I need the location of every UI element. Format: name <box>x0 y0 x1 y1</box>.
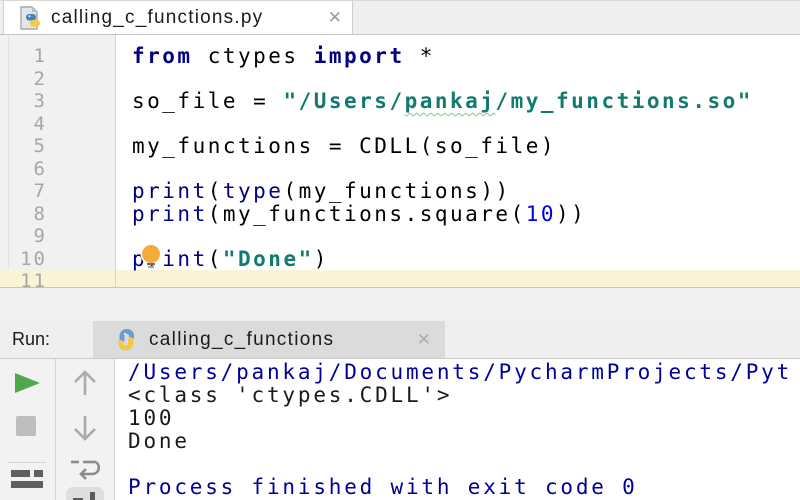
code-line[interactable] <box>116 225 800 248</box>
python-logo-icon <box>113 327 139 353</box>
down-arrow-button[interactable] <box>70 412 100 449</box>
line-number[interactable]: 4 <box>0 113 115 136</box>
rerun-button[interactable] <box>13 371 42 400</box>
code-token: * <box>404 44 435 68</box>
code-token: ( <box>207 246 223 271</box>
line-number[interactable]: 8 <box>0 203 115 226</box>
console-line: <class 'ctypes.CDLL'> <box>128 383 453 407</box>
console-line: Done <box>128 429 190 453</box>
console-output[interactable]: /Users/pankaj/Documents/PycharmProjects/… <box>115 359 800 500</box>
code-token: "Done" <box>222 246 314 271</box>
console-line: Process finished with exit code 0 <box>128 475 638 499</box>
close-icon[interactable]: ✕ <box>417 331 431 348</box>
code-token: ( <box>207 179 223 203</box>
line-number[interactable]: 2 <box>0 68 115 91</box>
close-icon[interactable]: ✕ <box>328 9 342 26</box>
stop-button[interactable] <box>16 416 36 436</box>
pycharm-window: calling_c_functions.py ✕ 1 2 3 4 5 6 7 8 9 10 11 f… <box>0 0 800 500</box>
run-toolbar-secondary <box>56 359 115 500</box>
run-toolbar-main <box>0 359 56 500</box>
code-token: "/Users/ <box>283 89 405 113</box>
line-number[interactable]: 5 <box>0 135 115 158</box>
code-line[interactable]: print("Done") <box>116 246 800 271</box>
code-line[interactable] <box>116 158 800 181</box>
run-panel-label: Run: <box>12 329 51 349</box>
editor-tab-bar: calling_c_functions.py ✕ <box>0 0 800 35</box>
code-token: ctypes <box>192 44 314 68</box>
lightbulb-icon[interactable] <box>138 243 164 274</box>
editor-tab-title: calling_c_functions.py <box>51 6 264 28</box>
editor-tab[interactable]: calling_c_functions.py ✕ <box>3 1 353 34</box>
code-token: )) <box>556 201 587 226</box>
line-number[interactable]: 11 <box>0 270 115 287</box>
line-number[interactable]: 7 <box>0 180 115 203</box>
run-panel-header: Run: calling_c_functions ✕ <box>0 321 800 359</box>
code-token: pankaj <box>404 89 496 113</box>
code-editor[interactable]: 1 2 3 4 5 6 7 8 9 10 11 from ctypes import * so_fil… <box>0 35 800 288</box>
code-line[interactable] <box>116 270 800 287</box>
editor-gutter[interactable]: 1 2 3 4 5 6 7 8 9 10 11 <box>0 35 116 287</box>
line-number[interactable]: 9 <box>0 225 115 248</box>
code-token: from <box>132 44 193 68</box>
clipped-toolbar-button[interactable] <box>66 487 104 500</box>
line-number[interactable]: 10 <box>0 248 115 271</box>
panel-splitter[interactable] <box>0 288 800 321</box>
line-number[interactable]: 1 <box>0 45 115 68</box>
console-line: 100 <box>128 406 175 430</box>
console-line: /Users/pankaj/Documents/PycharmProjects/… <box>128 360 793 384</box>
code-line[interactable]: print(type(my_functions)) <box>116 180 800 203</box>
toolbar-divider <box>8 462 46 463</box>
code-line[interactable]: print(my_functions.square(10)) <box>116 201 800 226</box>
code-token: so_file = <box>132 89 284 113</box>
code-token: ) <box>313 246 329 271</box>
code-line[interactable] <box>116 68 800 91</box>
code-line[interactable]: so_file = "/Users/pankaj/my_functions.so… <box>116 90 800 113</box>
code-token: print <box>132 179 208 203</box>
code-token: type <box>222 179 284 203</box>
code-token: (my_functions)) <box>283 179 511 203</box>
python-file-icon <box>16 5 42 31</box>
run-tab[interactable]: calling_c_functions ✕ <box>93 321 445 358</box>
line-number[interactable]: 6 <box>0 158 115 181</box>
code-area[interactable]: from ctypes import * so_file = "/Users/pa… <box>116 35 800 287</box>
code-token: (my_functions.square( <box>207 201 526 226</box>
code-token: print <box>132 201 208 226</box>
code-token: 10 <box>525 201 557 226</box>
code-token: import <box>313 44 405 68</box>
restore-layout-button[interactable] <box>11 469 43 494</box>
code-line[interactable]: my_functions = CDLL(so_file) <box>116 135 800 158</box>
code-token: my_functions = CDLL(so_file) <box>132 134 557 158</box>
run-tab-title: calling_c_functions <box>149 328 335 350</box>
code-token: /my_functions.so" <box>495 89 753 113</box>
line-number[interactable]: 3 <box>0 90 115 113</box>
code-line[interactable]: from ctypes import * <box>116 45 800 68</box>
run-console: /Users/pankaj/Documents/PycharmProjects/… <box>0 359 800 500</box>
up-arrow-button[interactable] <box>70 367 100 404</box>
soft-wrap-button[interactable] <box>68 456 102 488</box>
code-line[interactable] <box>116 113 800 136</box>
